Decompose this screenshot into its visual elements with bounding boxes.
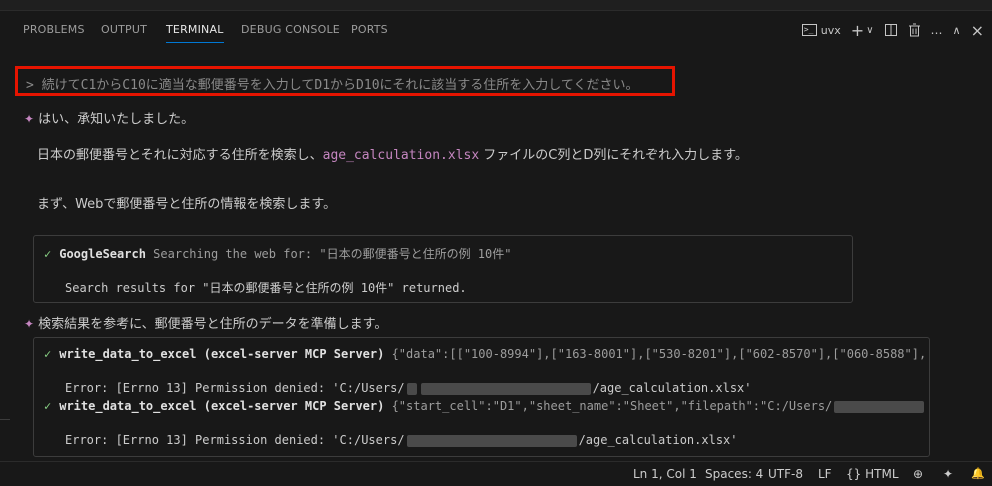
prompt-text: 続けてC1からC10に適当な郵便番号を入力してD1からD10にそれに該当する住所…	[41, 78, 639, 93]
sparkle-icon[interactable]: ✦	[943, 467, 953, 481]
prompt-line: > 続けてC1からC10に適当な郵便番号を入力してD1からD10にそれに該当する…	[26, 74, 639, 93]
tool-args: {"data":[["100-8994"],["163-8001"],["530…	[391, 347, 924, 361]
editor-top-strip	[0, 0, 992, 11]
tab-ports[interactable]: PORTS	[351, 23, 388, 36]
reply-2-post: ファイルのC列とD列にそれぞれ入力します。	[479, 148, 748, 163]
reply-line-2: 日本の郵便番号とそれに対応する住所を検索し、age_calculation.xl…	[37, 144, 748, 163]
terminal-icon: >_	[801, 24, 817, 36]
sparkle-icon: ✦	[24, 317, 35, 331]
maximize-panel-icon[interactable]: ∧	[953, 21, 961, 39]
excel-tool-2-error: Error: [Errno 13] Permission denied: 'C:…	[65, 433, 738, 447]
reply-line-3: まず、Webで郵便番号と住所の情報を検索します。	[37, 193, 336, 212]
excel-tool-card[interactable]: ✓ write_data_to_excel (excel-server MCP S…	[33, 337, 930, 457]
tool-name: write_data_to_excel (excel-server MCP Se…	[59, 399, 385, 413]
reply-4-text: 検索結果を参考に、郵便番号と住所のデータを準備します。	[38, 317, 388, 332]
redacted-path	[420, 382, 591, 395]
redacted-username	[406, 382, 417, 395]
reply-line-4: ✦ 検索結果を参考に、郵便番号と住所のデータを準備します。	[24, 313, 387, 332]
terminal-shell-selector[interactable]: >_ uvx	[801, 21, 841, 39]
status-bar: Ln 1, Col 1 Spaces: 4 UTF-8 LF {} HTML ⊕…	[0, 461, 992, 486]
tab-output[interactable]: OUTPUT	[101, 23, 147, 36]
error-file: /age_calculation.xlsx'	[578, 433, 738, 447]
reply-3-text: まず、Webで郵便番号と住所の情報を検索します。	[37, 197, 337, 212]
google-search-tool-card[interactable]: ✓ GoogleSearch Searching the web for: "日本…	[33, 235, 853, 303]
tool-name: write_data_to_excel (excel-server MCP Se…	[59, 347, 385, 361]
chevron-down-icon[interactable]: ∨	[866, 21, 873, 39]
line-ending[interactable]: LF	[818, 467, 832, 481]
bell-icon[interactable]: 🔔	[971, 467, 985, 480]
indentation[interactable]: Spaces: 4	[705, 467, 763, 481]
file-name-link[interactable]: age_calculation.xlsx	[323, 148, 480, 163]
check-icon: ✓	[44, 247, 52, 261]
cursor-position[interactable]: Ln 1, Col 1	[633, 467, 697, 481]
language-label: HTML	[865, 467, 899, 481]
check-icon: ✓	[44, 399, 52, 413]
terminal-actions: >_ uvx + ∨ … ∧ ×	[801, 20, 984, 40]
more-actions-icon[interactable]: …	[931, 21, 943, 39]
copilot-icon[interactable]: ⊕	[913, 467, 923, 481]
excel-tool-1-error: Error: [Errno 13] Permission denied: 'C:…	[65, 381, 752, 395]
close-panel-icon[interactable]: ×	[971, 21, 984, 40]
error-file: /age_calculation.xlsx'	[592, 381, 752, 395]
terminal-content[interactable]: > 続けてC1からC10に適当な郵便番号を入力してD1からD10にそれに該当する…	[0, 50, 992, 462]
split-terminal-icon[interactable]	[884, 21, 898, 39]
search-tool-result: Search results for "日本の郵便番号と住所の例 10件" re…	[65, 281, 467, 295]
tool-args: {"start_cell":"D1","sheet_name":"Sheet",…	[391, 399, 833, 413]
sparkle-icon: ✦	[24, 112, 35, 126]
tool-args: Searching the web for: "日本の郵便番号と住所の例 10件…	[153, 247, 512, 261]
reply-2-pre: 日本の郵便番号とそれに対応する住所を検索し、	[37, 148, 323, 163]
highlighted-prompt: > 続けてC1からC10に適当な郵便番号を入力してD1からD10にそれに該当する…	[15, 66, 675, 96]
tool-name: GoogleSearch	[59, 247, 146, 261]
encoding[interactable]: UTF-8	[768, 467, 803, 481]
excel-tool-2-header: ✓ write_data_to_excel (excel-server MCP S…	[44, 399, 924, 413]
error-text: Error: [Errno 13] Permission denied: 'C:…	[65, 381, 405, 395]
redacted-path	[406, 434, 577, 447]
panel-edge	[0, 419, 10, 420]
new-terminal-plus-icon[interactable]: +	[851, 21, 864, 40]
reply-line-1: ✦ はい、承知いたしました。	[24, 108, 194, 127]
tab-terminal[interactable]: TERMINAL	[166, 23, 224, 43]
check-icon: ✓	[44, 347, 52, 361]
language-mode[interactable]: {} HTML	[846, 467, 899, 481]
trash-icon[interactable]	[908, 21, 921, 39]
search-tool-header: ✓ GoogleSearch Searching the web for: "日本…	[44, 245, 511, 262]
redacted-path	[834, 400, 924, 413]
tab-problems[interactable]: PROBLEMS	[23, 23, 85, 36]
excel-tool-1-header: ✓ write_data_to_excel (excel-server MCP S…	[44, 347, 924, 361]
error-text: Error: [Errno 13] Permission denied: 'C:…	[65, 433, 405, 447]
tab-debug-console[interactable]: DEBUG CONSOLE	[241, 23, 340, 36]
reply-1-text: はい、承知いたしました。	[38, 112, 195, 127]
shell-name: uvx	[820, 23, 841, 37]
panel-tabbar: PROBLEMS OUTPUT TERMINAL DEBUG CONSOLE P…	[0, 11, 992, 49]
prompt-caret: >	[26, 78, 34, 93]
braces-icon: {}	[846, 467, 862, 481]
